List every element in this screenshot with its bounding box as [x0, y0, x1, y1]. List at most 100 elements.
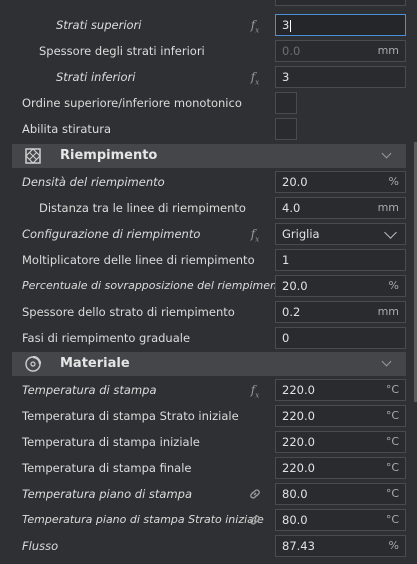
- flusso-value: 87.43: [282, 539, 315, 553]
- unit-mm: mm: [377, 201, 399, 214]
- row-abilita-stiratura: Abilita stiratura: [0, 116, 417, 142]
- section-title-riempimento: Riempimento: [60, 148, 158, 163]
- function-icon[interactable]: fx: [247, 382, 263, 399]
- row-densita-riempimento: Densità del riempimento 20.0 %: [0, 169, 417, 195]
- row-temp-stampa: Temperatura di stampa fx 220.0 °C: [0, 377, 417, 403]
- spessore-strato-riempimento-value: 0.2: [282, 305, 301, 319]
- section-header-riempimento[interactable]: Riempimento: [12, 144, 406, 168]
- unit-celsius: °C: [385, 461, 399, 474]
- row-spessore-inferiori: Spessore degli strati inferiori 0.0 mm: [0, 38, 417, 64]
- spessore-inferiori-input[interactable]: 0.0 mm: [275, 40, 406, 62]
- label-strati-inferiori: Strati inferiori: [56, 70, 136, 84]
- label-spessore-strato-riempimento: Spessore dello strato di riempimento: [22, 305, 235, 319]
- text-caret: [290, 19, 292, 32]
- temp-piano-iniziale-input[interactable]: 80.0 °C: [275, 509, 406, 531]
- row-ordine-monotonico: Ordine superiore/inferiore monotonico: [0, 90, 417, 116]
- link-icon[interactable]: [247, 512, 263, 528]
- label-distanza-linee: Distanza tra le linee di riempimento: [39, 201, 246, 215]
- chevron-down-icon[interactable]: [381, 148, 392, 159]
- strati-inferiori-value: 3: [282, 70, 290, 84]
- configurazione-value: Griglia: [282, 227, 320, 241]
- moltiplicatore-value: 1: [282, 253, 290, 267]
- section-header-materiale[interactable]: Materiale: [12, 352, 406, 376]
- label-temp-stampa: Temperatura di stampa: [22, 383, 157, 397]
- spessore-inferiori-value: 0.0: [282, 44, 301, 58]
- label-abilita-stiratura: Abilita stiratura: [22, 122, 112, 136]
- label-moltiplicatore: Moltiplicatore delle linee di riempiment…: [22, 253, 255, 267]
- temp-stampa-value: 220.0: [282, 383, 315, 397]
- strati-inferiori-input[interactable]: 3: [275, 66, 406, 88]
- row-temp-piano: Temperatura piano di stampa 80.0 °C: [0, 481, 417, 507]
- temp-finale-input[interactable]: 220.0 °C: [275, 457, 406, 479]
- temp-piano-input[interactable]: 80.0 °C: [275, 483, 406, 505]
- function-icon[interactable]: fx: [247, 69, 263, 86]
- abilita-stiratura-checkbox[interactable]: [275, 118, 297, 140]
- label-densita-riempimento: Densità del riempimento: [22, 175, 165, 189]
- spessore-strato-riempimento-input[interactable]: 0.2 mm: [275, 301, 406, 323]
- temp-stampa-input[interactable]: 220.0 °C: [275, 379, 406, 401]
- label-sovrapposizione: Percentuale di sovrapposizione del riemp…: [22, 279, 289, 292]
- moltiplicatore-input[interactable]: 1: [275, 249, 406, 271]
- label-temp-piano: Temperatura piano di stampa: [22, 487, 193, 501]
- row-temp-strato-iniziale: Temperatura di stampa Strato iniziale 22…: [0, 403, 417, 429]
- label-fasi-graduale: Fasi di riempimento graduale: [22, 331, 191, 345]
- temp-iniziale-input[interactable]: 220.0 °C: [275, 431, 406, 453]
- label-temp-iniziale: Temperatura di stampa iniziale: [22, 435, 200, 449]
- material-spool-icon: [25, 356, 41, 372]
- flusso-input[interactable]: 87.43 %: [275, 535, 406, 557]
- temp-iniziale-value: 220.0: [282, 435, 315, 449]
- unit-mm: mm: [377, 44, 399, 57]
- function-icon[interactable]: fx: [247, 226, 263, 243]
- distanza-linee-value: 4.0: [282, 201, 301, 215]
- unit-celsius: °C: [385, 513, 399, 526]
- temp-strato-iniziale-input[interactable]: 220.0 °C: [275, 405, 406, 427]
- sovrapposizione-input[interactable]: 20.0 %: [275, 275, 406, 297]
- strati-superiori-value: 3: [282, 15, 292, 35]
- unit-celsius: °C: [385, 487, 399, 500]
- temp-piano-value: 80.0: [282, 487, 308, 501]
- row-sovrapposizione: Percentuale di sovrapposizione del riemp…: [0, 273, 417, 299]
- label-strati-superiori: Strati superiori: [56, 18, 142, 32]
- row-fasi-graduale: Fasi di riempimento graduale 0: [0, 325, 417, 351]
- row-spessore-strato-riempimento: Spessore dello strato di riempimento 0.2…: [0, 299, 417, 325]
- configurazione-select[interactable]: Griglia: [275, 223, 406, 245]
- temp-strato-iniziale-value: 220.0: [282, 409, 315, 423]
- densita-riempimento-value: 20.0: [282, 175, 308, 189]
- label-temp-strato-iniziale: Temperatura di stampa Strato iniziale: [22, 409, 239, 423]
- densita-riempimento-input[interactable]: 20.0 %: [275, 171, 406, 193]
- section-title-materiale: Materiale: [60, 356, 130, 371]
- unit-percent: %: [388, 175, 399, 188]
- label-temp-piano-iniziale: Temperatura piano di stampa Strato inizi…: [22, 513, 264, 526]
- ordine-monotonico-checkbox[interactable]: [275, 92, 297, 114]
- label-ordine-monotonico: Ordine superiore/inferiore monotonico: [22, 96, 242, 110]
- unit-mm: mm: [377, 305, 399, 318]
- unit-percent: %: [388, 279, 399, 292]
- label-flusso: Flusso: [22, 539, 59, 553]
- link-icon[interactable]: [247, 486, 263, 502]
- temp-piano-iniziale-value: 80.0: [282, 513, 308, 527]
- chevron-down-icon: [384, 226, 397, 239]
- strati-superiori-input[interactable]: 3: [275, 14, 406, 36]
- fasi-graduale-input[interactable]: 0: [275, 327, 406, 349]
- unit-celsius: °C: [385, 383, 399, 396]
- chevron-down-icon[interactable]: [381, 356, 392, 367]
- strati-superiori-text: 3: [282, 18, 290, 32]
- row-temp-piano-iniziale: Temperatura piano di stampa Strato inizi…: [0, 507, 417, 533]
- row-temp-finale: Temperatura di stampa finale 220.0 °C: [0, 455, 417, 481]
- unit-celsius: °C: [385, 435, 399, 448]
- sovrapposizione-value: 20.0: [282, 279, 308, 293]
- distanza-linee-input[interactable]: 4.0 mm: [275, 197, 406, 219]
- function-icon[interactable]: fx: [247, 17, 263, 34]
- partial-field[interactable]: [275, 0, 406, 6]
- fasi-graduale-value: 0: [282, 331, 290, 345]
- row-configurazione: Configurazione di riempimento fx Griglia: [0, 221, 417, 247]
- partial-row: [0, 0, 417, 8]
- unit-percent: %: [388, 539, 399, 552]
- row-temp-iniziale: Temperatura di stampa iniziale 220.0 °C: [0, 429, 417, 455]
- infill-icon: [25, 148, 41, 164]
- label-configurazione: Configurazione di riempimento: [22, 227, 201, 241]
- row-moltiplicatore: Moltiplicatore delle linee di riempiment…: [0, 247, 417, 273]
- row-strati-superiori: Strati superiori fx 3: [0, 12, 417, 38]
- unit-celsius: °C: [385, 409, 399, 422]
- label-temp-finale: Temperatura di stampa finale: [22, 461, 192, 475]
